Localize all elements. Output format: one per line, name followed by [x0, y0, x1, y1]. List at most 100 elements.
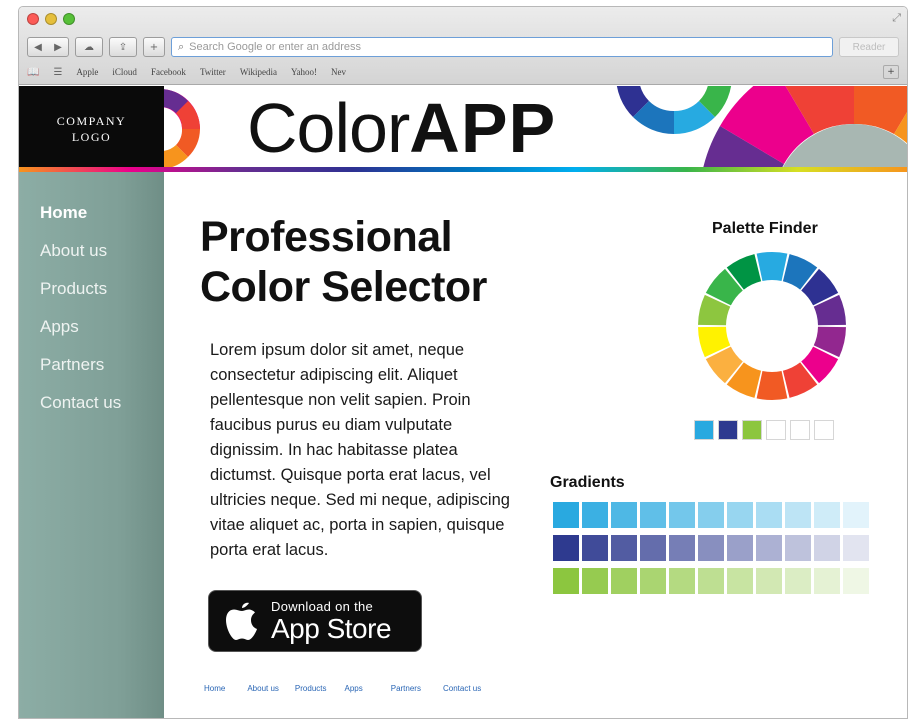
gradient-swatch[interactable] [640, 535, 666, 561]
nav-item-about-us[interactable]: About us [19, 232, 164, 270]
share-button[interactable]: ⇪ [109, 37, 137, 57]
gradient-swatch[interactable] [756, 568, 782, 594]
brand-title-light: Color [247, 89, 410, 167]
icloud-tabs-button[interactable]: ☁ [75, 37, 103, 57]
palette-swatch[interactable] [790, 420, 810, 440]
gradient-swatch[interactable] [785, 502, 811, 528]
gradient-swatch[interactable] [611, 535, 637, 561]
gradient-swatch[interactable] [582, 568, 608, 594]
reading-list-icon[interactable]: 📖 [27, 67, 39, 78]
footer-link-apps[interactable]: Apps [345, 684, 363, 693]
bookmarks-grid-icon[interactable]: ☰ [53, 67, 62, 78]
window-controls [27, 13, 75, 25]
gradient-swatch[interactable] [669, 568, 695, 594]
gradient-swatch[interactable] [785, 568, 811, 594]
reader-button[interactable]: Reader [839, 37, 899, 57]
site-header: COMPANY LOGO ColorAPP [19, 86, 907, 172]
gradients-title: Gradients [550, 474, 625, 491]
palette-swatch[interactable] [766, 420, 786, 440]
gradient-swatch[interactable] [553, 502, 579, 528]
nav-item-apps[interactable]: Apps [19, 308, 164, 346]
palette-swatch[interactable] [742, 420, 762, 440]
gradient-row [553, 502, 869, 528]
footer-link-products[interactable]: Products [295, 684, 327, 693]
gradient-swatch[interactable] [553, 535, 579, 561]
zoom-window-button[interactable] [63, 13, 75, 25]
palette-swatch[interactable] [718, 420, 738, 440]
toolbar-row: ◀ ▶ ☁ ⇪ + ⌕ Search Google or enter an ad… [27, 35, 899, 59]
gradient-swatch[interactable] [727, 535, 753, 561]
bookmark-item[interactable]: Nev [331, 67, 346, 77]
bookmark-item[interactable]: Twitter [200, 67, 226, 77]
footer-link-about-us[interactable]: About us [247, 684, 279, 693]
gradient-swatch[interactable] [843, 502, 869, 528]
minimize-window-button[interactable] [45, 13, 57, 25]
main-content: Professional Color Selector Lorem ipsum … [164, 172, 907, 718]
gradient-swatch[interactable] [611, 502, 637, 528]
nav-item-contact-us[interactable]: Contact us [19, 384, 164, 422]
gradient-swatch[interactable] [756, 535, 782, 561]
body-paragraph: Lorem ipsum dolor sit amet, neque consec… [210, 341, 510, 559]
gradient-swatch[interactable] [756, 502, 782, 528]
app-store-small-label: Download on the [271, 598, 374, 614]
nav-item-partners[interactable]: Partners [19, 346, 164, 384]
address-bar[interactable]: ⌕ Search Google or enter an address [171, 37, 833, 57]
bookmark-item[interactable]: Apple [76, 67, 98, 77]
color-wheel[interactable] [696, 250, 848, 402]
color-wheel-segment[interactable] [756, 252, 788, 281]
apple-logo-icon [219, 601, 265, 641]
company-logo[interactable]: COMPANY LOGO [19, 86, 164, 172]
palette-swatch[interactable] [694, 420, 714, 440]
footer-link-partners[interactable]: Partners [391, 684, 421, 693]
gradient-swatch[interactable] [582, 535, 608, 561]
gradient-swatch[interactable] [814, 535, 840, 561]
logo-line-2: LOGO [71, 130, 112, 144]
close-window-button[interactable] [27, 13, 39, 25]
gradient-swatch[interactable] [814, 568, 840, 594]
fullscreen-icon[interactable]: ⤢ [892, 11, 901, 25]
nav-item-home[interactable]: Home [19, 194, 164, 232]
gradient-swatch[interactable] [669, 502, 695, 528]
color-wheel-segment[interactable] [756, 371, 788, 400]
gradient-row [553, 568, 869, 594]
gradient-swatch[interactable] [727, 568, 753, 594]
nav-item-products[interactable]: Products [19, 270, 164, 308]
bookmark-item[interactable]: Facebook [151, 67, 186, 77]
back-arrow-icon[interactable]: ◀ [34, 42, 42, 53]
back-forward-buttons[interactable]: ◀ ▶ [27, 37, 69, 57]
gradient-swatch[interactable] [843, 535, 869, 561]
gradient-swatch[interactable] [727, 502, 753, 528]
plus-icon: + [149, 41, 159, 53]
search-icon: ⌕ [178, 40, 185, 53]
browser-window: ⤢ ◀ ▶ ☁ ⇪ + ⌕ Search Google or enter an … [18, 6, 908, 719]
bookmark-item[interactable]: Yahoo! [291, 67, 317, 77]
gradient-swatch[interactable] [698, 535, 724, 561]
gradient-row [553, 535, 869, 561]
bookmark-item[interactable]: Wikipedia [240, 67, 277, 77]
browser-toolbar: ⤢ ◀ ▶ ☁ ⇪ + ⌕ Search Google or enter an … [19, 7, 907, 85]
app-store-big-label: App Store [271, 612, 392, 644]
gradient-swatch[interactable] [611, 568, 637, 594]
logo-line-1: COMPANY [56, 114, 127, 128]
app-store-badge[interactable]: Download on the App Store [208, 590, 422, 652]
gradient-swatch[interactable] [582, 502, 608, 528]
gradient-swatch[interactable] [640, 568, 666, 594]
gradient-swatch[interactable] [785, 535, 811, 561]
gradient-swatch[interactable] [814, 502, 840, 528]
new-tab-button[interactable]: + [883, 65, 899, 79]
selected-swatches [694, 420, 834, 440]
bookmark-item[interactable]: iCloud [112, 67, 137, 77]
gradient-swatch[interactable] [698, 502, 724, 528]
gradient-swatch[interactable] [698, 568, 724, 594]
add-bookmark-button[interactable]: + [143, 37, 165, 57]
cloud-icon: ☁ [84, 41, 94, 53]
footer-link-home[interactable]: Home [204, 684, 225, 693]
footer-link-contact-us[interactable]: Contact us [443, 684, 481, 693]
gradient-swatch[interactable] [553, 568, 579, 594]
gradient-swatch[interactable] [843, 568, 869, 594]
brand-title-bold: APP [409, 89, 557, 167]
gradient-swatch[interactable] [669, 535, 695, 561]
palette-swatch[interactable] [814, 420, 834, 440]
gradient-swatch[interactable] [640, 502, 666, 528]
forward-arrow-icon[interactable]: ▶ [54, 42, 62, 53]
